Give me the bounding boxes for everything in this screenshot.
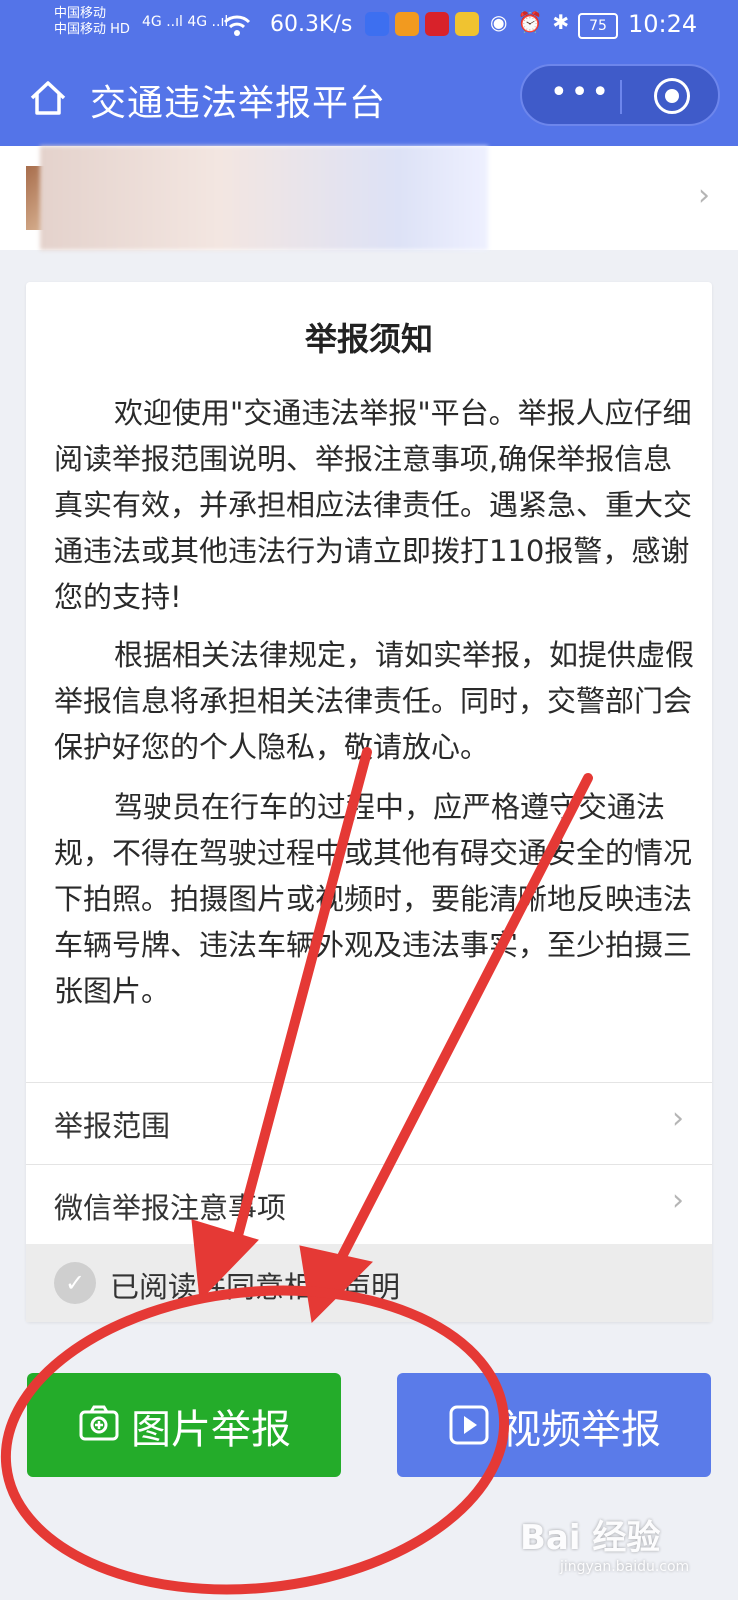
watermark-text: Bai 经验	[520, 1518, 661, 1558]
chevron-right-icon: ›	[672, 1101, 684, 1136]
more-icon[interactable]: •••	[550, 78, 612, 108]
notice-card: 举报须知 欢迎使用"交通违法举报"平台。举报人应仔细阅读举报范围说明、举报注意事…	[26, 282, 712, 1322]
photo-report-label: 图片举报	[131, 1407, 291, 1453]
capsule-divider	[620, 80, 622, 114]
video-report-label: 视频举报	[501, 1407, 661, 1453]
watermark-url: jingyan.baidu.com	[560, 1559, 690, 1575]
user-info-bar[interactable]: ›	[0, 146, 738, 250]
camera-icon	[79, 1405, 119, 1441]
status-bar: 中国移动 中国移动 HD 4G ..ıl 4G ..ıl 60.3K/s ◉ ⏰…	[0, 0, 738, 50]
blurred-user-name	[40, 146, 488, 250]
agree-label: 已阅读并同意相关声明	[110, 1270, 401, 1304]
row-wechat-notes[interactable]: 微信举报注意事项 ›	[26, 1164, 712, 1245]
notice-paragraph-2: 根据相关法律规定，请如实举报，如提供虚假举报信息将承担相关法律责任。同时，交警部…	[54, 638, 695, 764]
row-label: 微信举报注意事项	[54, 1191, 287, 1225]
carrier-info: 中国移动 中国移动 HD	[54, 6, 130, 38]
net-speed: 60.3K/s	[270, 12, 353, 37]
row-report-scope[interactable]: 举报范围 ›	[26, 1082, 712, 1163]
eye-icon: ◉	[490, 10, 508, 34]
check-icon[interactable]: ✓	[54, 1262, 96, 1304]
chevron-right-icon: ›	[698, 178, 710, 213]
target-icon[interactable]	[654, 78, 690, 114]
carrier-2: 中国移动 HD	[54, 22, 130, 37]
mini-program-capsule: •••	[520, 64, 720, 126]
notice-title: 举报须知	[304, 320, 433, 358]
notice-paragraph-3: 驾驶员在行车的过程中，应严格遵守交通法规，不得在驾驶过程中或其他有碍交通安全的情…	[54, 790, 693, 1008]
row-label: 举报范围	[54, 1109, 171, 1143]
weibo-app-icon	[455, 12, 479, 36]
video-app-icon	[395, 12, 419, 36]
signal-icon: 4G ..ıl 4G ..ıl	[142, 14, 229, 30]
video-report-button[interactable]: 视频举报	[397, 1373, 711, 1477]
play-icon	[449, 1405, 489, 1445]
page-title: 交通违法举报平台	[90, 83, 387, 124]
carrier-1: 中国移动	[54, 6, 107, 21]
battery-icon: 75	[578, 13, 618, 39]
home-icon[interactable]	[28, 78, 68, 118]
photo-report-button[interactable]: 图片举报	[27, 1373, 341, 1477]
notice-paragraph-1: 欢迎使用"交通违法举报"平台。举报人应仔细阅读举报范围说明、举报注意事项,确保举…	[54, 396, 693, 614]
clock: 10:24	[628, 10, 698, 38]
chevron-right-icon: ›	[672, 1183, 684, 1218]
nav-bar: 交通违法举报平台 •••	[0, 50, 738, 146]
wifi-icon	[223, 15, 251, 36]
bluetooth-icon: ✱	[552, 10, 570, 34]
agree-checkbox-row[interactable]: ✓ 已阅读并同意相关声明	[26, 1244, 712, 1322]
alarm-icon: ⏰	[517, 10, 543, 34]
news-app-icon	[425, 12, 449, 36]
baidu-jingyan-watermark: Bai 经验 jingyan.baidu.com	[520, 1510, 689, 1575]
bulb-app-icon	[365, 12, 389, 36]
